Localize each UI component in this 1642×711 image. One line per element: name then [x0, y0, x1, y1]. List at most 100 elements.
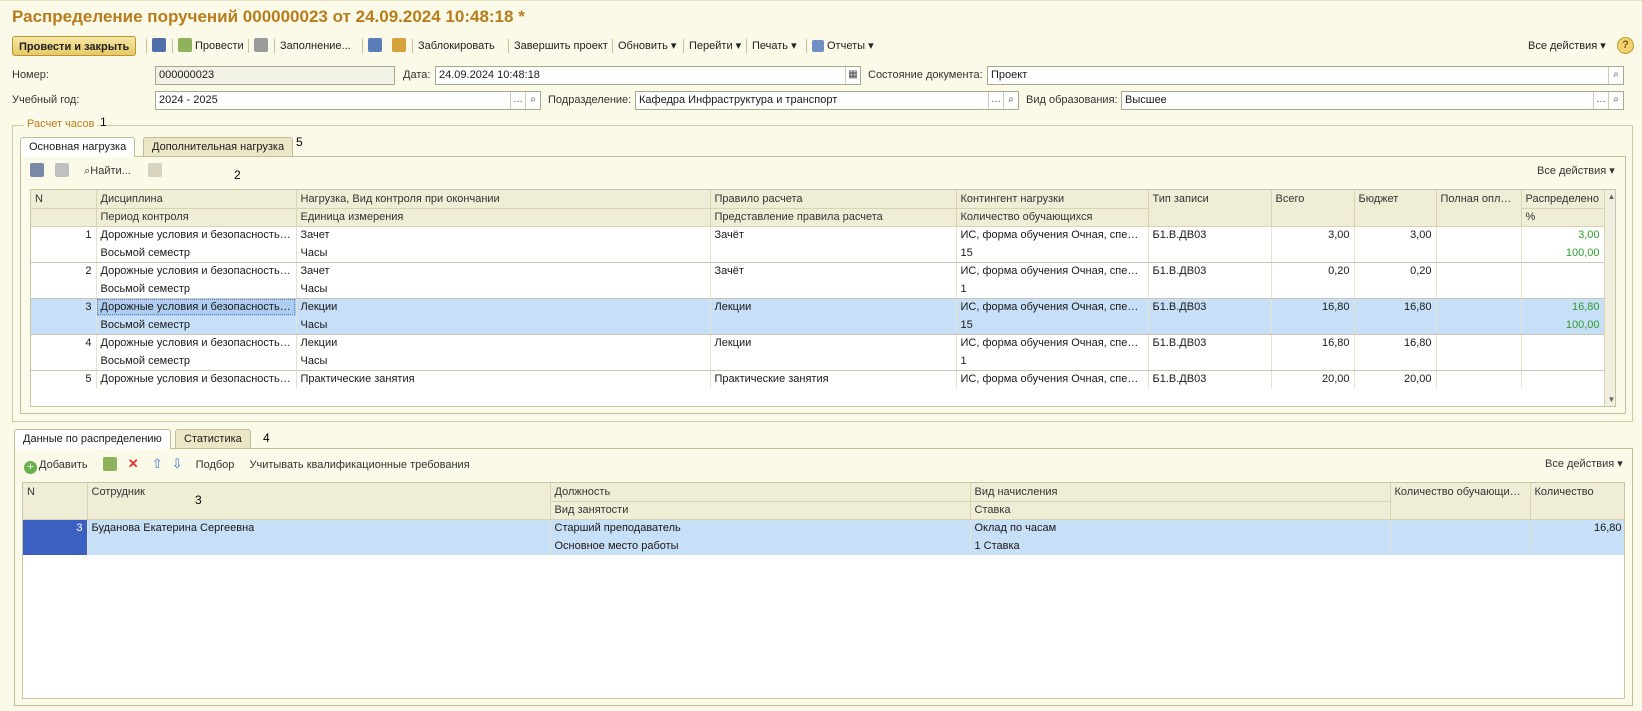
row-students: 1: [956, 352, 1149, 371]
all-actions-menu[interactable]: Все действия ▾: [1528, 36, 1606, 56]
state-field[interactable]: Проект ⌕: [987, 66, 1624, 85]
table-row-selected[interactable]: 3 Буданова Екатерина Сергеевна Старший п…: [23, 519, 1624, 555]
vertical-scrollbar[interactable]: ▲ ▼: [1604, 190, 1615, 406]
row-discipline: Дорожные условия и безопасность ...: [96, 226, 297, 244]
table-row[interactable]: 2 Дорожные условия и безопасность ... За…: [31, 262, 1605, 299]
refresh-menu[interactable]: Обновить ▾: [618, 36, 676, 56]
col-qty[interactable]: Количество: [1530, 483, 1624, 520]
scroll-up-icon[interactable]: ▲: [1605, 190, 1615, 203]
search-icon[interactable]: ⌕: [1003, 92, 1018, 109]
col-dist[interactable]: Распределено: [1521, 190, 1605, 209]
dist-all-actions-menu[interactable]: Все действия ▾: [1545, 457, 1623, 470]
add-button[interactable]: + Добавить: [24, 459, 88, 474]
col-pct[interactable]: %: [1521, 208, 1605, 227]
col-load[interactable]: Нагрузка, Вид контроля при окончании: [296, 190, 711, 209]
dept-value: Кафедра Инфраструктура и транспорт: [639, 94, 838, 106]
col-accrual[interactable]: Вид начисления: [970, 483, 1391, 502]
col-rate[interactable]: Ставка: [970, 501, 1391, 520]
delete-icon[interactable]: ✕: [128, 456, 139, 471]
ellipsis-icon[interactable]: …: [510, 92, 525, 109]
search-icon[interactable]: ⌕: [1608, 67, 1623, 84]
col-n[interactable]: N: [31, 190, 97, 209]
dept-field[interactable]: Кафедра Инфраструктура и транспорт … ⌕: [635, 91, 1019, 110]
col-total[interactable]: Всего: [1271, 190, 1355, 227]
date-field[interactable]: 24.09.2024 10:48:18 ▦: [435, 66, 861, 85]
col-period[interactable]: Период контроля: [96, 208, 297, 227]
col-contingent[interactable]: Контингент нагрузки: [956, 190, 1149, 209]
col-students[interactable]: Количество обучающихся: [956, 208, 1149, 227]
col-budget[interactable]: Бюджет: [1354, 190, 1437, 227]
year-field[interactable]: 2024 - 2025 … ⌕: [155, 91, 541, 110]
mail-icon[interactable]: [392, 36, 406, 56]
row-rule: Практические занятия: [710, 370, 957, 388]
save-icon[interactable]: [152, 36, 166, 56]
copy-icon[interactable]: [102, 457, 117, 471]
move-up-icon[interactable]: ⇧: [152, 456, 163, 471]
col-employment[interactable]: Вид занятости: [550, 501, 971, 520]
tab-statistics[interactable]: Статистика: [175, 429, 251, 448]
lock-button[interactable]: Заблокировать: [418, 36, 495, 56]
hours-all-actions-menu[interactable]: Все действия ▾: [1537, 164, 1615, 177]
col-students[interactable]: Количество обучающихся: [1390, 483, 1531, 520]
row-type: Б1.В.ДВ03: [1148, 262, 1272, 299]
row-load: Практические занятия: [296, 370, 711, 388]
year-value: 2024 - 2025: [159, 94, 218, 106]
row-type: Б1.В.ДВ03: [1148, 334, 1272, 371]
col-unit[interactable]: Единица измерения: [296, 208, 711, 227]
row-discipline: Дорожные условия и безопасность ...: [96, 298, 297, 316]
number-field[interactable]: 000000023: [155, 66, 395, 85]
row-contingent: ИС, форма обучения Очная, специ...: [956, 334, 1149, 352]
cancel-search-icon[interactable]: [147, 163, 162, 177]
edu-field[interactable]: Высшее … ⌕: [1121, 91, 1624, 110]
ellipsis-icon[interactable]: …: [988, 92, 1003, 109]
row-students: 1: [956, 280, 1149, 299]
tab-distribution-data[interactable]: Данные по распределению: [14, 429, 171, 449]
print-menu[interactable]: Печать ▾: [752, 36, 797, 56]
row-rule-view: [710, 352, 957, 371]
post-button[interactable]: Провести: [178, 36, 244, 56]
calendar-icon[interactable]: ▦: [845, 67, 860, 84]
move-down-icon[interactable]: ⇩: [172, 456, 183, 471]
goto-menu[interactable]: Перейти ▾: [689, 36, 741, 56]
search-icon[interactable]: ⌕: [1608, 92, 1623, 109]
row-dist: [1521, 370, 1605, 388]
table-row-selected[interactable]: 3 Дорожные условия и безопасность ... Ле…: [31, 298, 1605, 335]
reports-menu[interactable]: Отчеты ▾: [812, 36, 874, 56]
ellipsis-icon[interactable]: …: [1593, 92, 1608, 109]
col-type[interactable]: Тип записи: [1148, 190, 1272, 227]
col-discipline[interactable]: Дисциплина: [96, 190, 297, 209]
row-dist: [1521, 334, 1605, 352]
col-employee[interactable]: Сотрудник: [87, 483, 551, 520]
col-rule-view[interactable]: Представление правила расчета: [710, 208, 957, 227]
row-period: Восьмой семестр: [96, 280, 297, 299]
row-unit: Часы: [296, 280, 711, 299]
find-button[interactable]: ⌕Найти...: [84, 165, 131, 177]
col-full[interactable]: Полная оплата: [1436, 190, 1522, 227]
col-rule[interactable]: Правило расчета: [710, 190, 957, 209]
pick-button[interactable]: Подбор: [196, 459, 235, 471]
table-row[interactable]: 5 Дорожные условия и безопасность ... Пр…: [31, 370, 1605, 388]
table-row[interactable]: 1 Дорожные условия и безопасность ... За…: [31, 226, 1605, 263]
state-label: Состояние документа:: [868, 69, 983, 81]
fill-button[interactable]: Заполнение...: [280, 36, 351, 56]
table-row[interactable]: 4 Дорожные условия и безопасность ... Ле…: [31, 334, 1605, 371]
col-n[interactable]: N: [23, 483, 88, 520]
settings-icon[interactable]: [254, 36, 268, 56]
report-doc-icon[interactable]: [368, 36, 382, 56]
col-position[interactable]: Должность: [550, 483, 971, 502]
row-full: [1436, 298, 1522, 335]
row-n: 3: [23, 519, 88, 555]
add-icon: +: [24, 461, 37, 474]
finish-project-button[interactable]: Завершить проект: [514, 36, 608, 56]
hours-table-wrap: N Дисциплина Нагрузка, Вид контроля при …: [30, 189, 1616, 407]
tab-additional-load[interactable]: Дополнительная нагрузка: [143, 137, 294, 156]
row-total: 3,00: [1271, 226, 1355, 263]
scroll-down-icon[interactable]: ▼: [1605, 393, 1615, 406]
help-icon[interactable]: ?: [1617, 37, 1634, 54]
filter-icon[interactable]: [30, 163, 44, 177]
post-and-close-button[interactable]: Провести и закрыть: [12, 36, 137, 56]
tab-main-load[interactable]: Основная нагрузка: [20, 137, 136, 157]
search-icon[interactable]: ⌕: [525, 92, 540, 109]
qualification-button[interactable]: Учитывать квалификационные требования: [249, 459, 469, 471]
clear-filter-icon[interactable]: [55, 163, 70, 177]
